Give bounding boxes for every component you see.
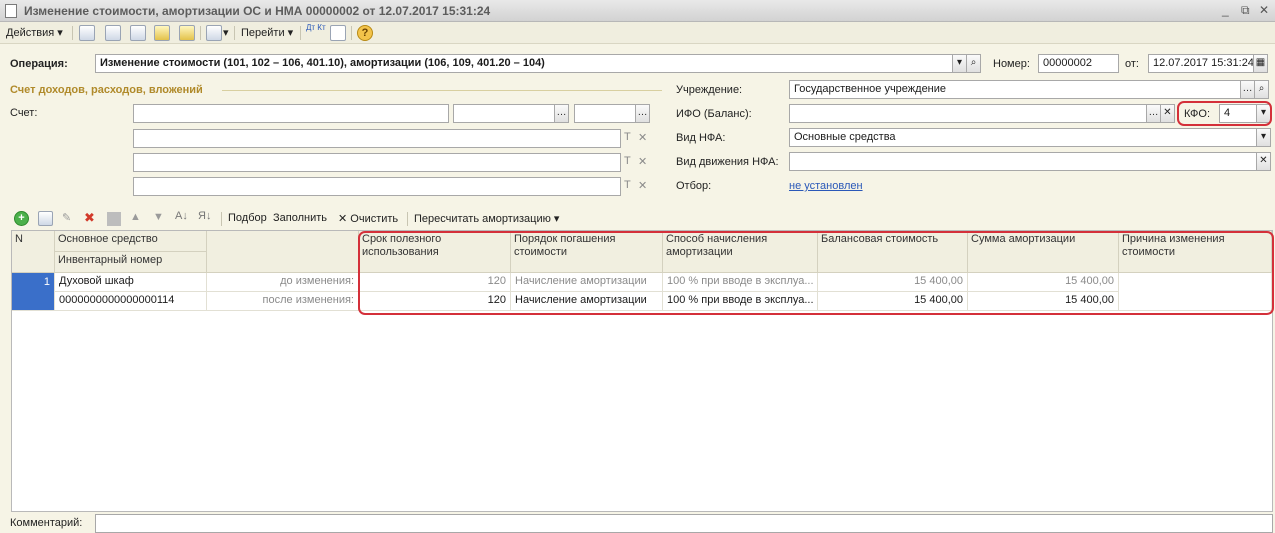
report-icon[interactable] xyxy=(179,25,195,41)
restore-button[interactable]: ⧉ xyxy=(1241,3,1250,18)
toolbar-separator xyxy=(72,26,73,40)
minimize-button[interactable]: _ xyxy=(1222,3,1229,17)
end-edit-icon[interactable] xyxy=(107,212,121,226)
based-on-icon[interactable] xyxy=(206,25,222,41)
account-label: Счет: xyxy=(10,107,38,119)
fill-button[interactable]: Заполнить xyxy=(273,212,327,224)
print-icon[interactable] xyxy=(330,25,346,41)
help-icon[interactable]: ? xyxy=(357,25,373,41)
number-label: Номер: xyxy=(993,58,1030,70)
col-header-asset[interactable]: Основное средство xyxy=(55,231,207,252)
copy-row-icon[interactable] xyxy=(38,211,53,226)
movements-icon[interactable] xyxy=(154,25,170,41)
date-field[interactable]: 12.07.2017 15:31:24 xyxy=(1148,54,1254,73)
account-section-title: Счет доходов, расходов, вложений xyxy=(10,84,203,96)
operation-field[interactable]: Изменение стоимости (101, 102 – 106, 401… xyxy=(95,54,953,73)
move-down-icon[interactable]: ▼ xyxy=(153,211,164,223)
operation-search-icon[interactable]: ⌕ xyxy=(966,54,981,73)
sort-desc-icon[interactable]: Я↓ xyxy=(198,210,211,222)
account-field[interactable] xyxy=(133,104,449,123)
ifo-field[interactable] xyxy=(789,104,1147,123)
sort-asc-icon[interactable]: A↓ xyxy=(175,210,188,222)
edit-row-icon[interactable]: ✎ xyxy=(62,211,71,224)
nfa-move-label: Вид движения НФА: xyxy=(676,156,779,168)
post-and-close-icon[interactable] xyxy=(79,25,95,41)
account-analytics-field-1[interactable] xyxy=(453,104,569,123)
filter-link[interactable]: не установлен xyxy=(789,180,863,192)
clear-icon[interactable]: ✕ xyxy=(638,179,647,192)
type-icon[interactable]: T xyxy=(624,155,631,167)
filter-label: Отбор: xyxy=(676,180,712,192)
comment-field[interactable] xyxy=(95,514,1273,533)
section-divider xyxy=(222,90,662,91)
ifo-clear-icon[interactable]: ✕ xyxy=(1160,104,1175,123)
nfa-move-field[interactable] xyxy=(789,152,1257,171)
number-field[interactable]: 00000002 xyxy=(1038,54,1119,73)
goto-menu[interactable]: Перейти ▾ xyxy=(241,26,293,39)
operation-label: Операция: xyxy=(10,58,68,70)
kfo-highlight xyxy=(1177,101,1272,126)
toolbar-separator xyxy=(351,26,352,40)
after-change-label: после изменения: xyxy=(207,292,359,311)
calendar-icon[interactable]: ▦ xyxy=(1253,54,1268,73)
post-icon[interactable] xyxy=(130,25,146,41)
clear-button[interactable]: ✕ Очистить xyxy=(338,212,398,225)
delete-row-icon[interactable]: ✖ xyxy=(84,210,95,226)
assets-table: N Основное средство Инвентарный номер Ср… xyxy=(11,230,1274,512)
changes-highlight xyxy=(358,231,1274,315)
recalc-amortization-menu[interactable]: Пересчитать амортизацию ▾ xyxy=(414,212,559,225)
save-icon[interactable] xyxy=(105,25,121,41)
window-title-bar: Изменение стоимости, амортизации ОС и НМ… xyxy=(0,0,1275,22)
subconto-field-3[interactable] xyxy=(133,177,621,196)
account-analytics-select-button-1[interactable]: … xyxy=(554,104,569,123)
toolbar-separator xyxy=(200,26,201,40)
pick-button[interactable]: Подбор xyxy=(228,212,267,224)
institution-label: Учреждение: xyxy=(676,84,743,96)
add-row-icon[interactable]: + xyxy=(14,211,29,226)
nfa-move-clear-icon[interactable]: ✕ xyxy=(1256,152,1271,171)
toolbar-separator xyxy=(221,212,222,226)
col-header-inventory[interactable]: Инвентарный номер xyxy=(55,252,207,273)
row-number[interactable]: 1 xyxy=(12,273,55,311)
col-header-state[interactable] xyxy=(207,231,359,273)
close-button[interactable]: ✕ xyxy=(1259,3,1269,17)
clear-x-icon: ✕ xyxy=(338,213,348,225)
asset-cell[interactable]: Духовой шкаф xyxy=(55,273,207,292)
clear-icon[interactable]: ✕ xyxy=(638,155,647,168)
document-icon xyxy=(5,4,17,18)
date-label: от: xyxy=(1125,58,1139,70)
ifo-label: ИФО (Баланс): xyxy=(676,108,752,120)
operation-dropdown-button[interactable]: ▾ xyxy=(952,54,967,73)
comment-label: Комментарий: xyxy=(10,517,83,529)
clear-icon[interactable]: ✕ xyxy=(638,131,647,144)
nfa-type-dropdown-button[interactable]: ▾ xyxy=(1256,128,1271,147)
type-icon[interactable]: T xyxy=(624,131,631,143)
toolbar-separator xyxy=(300,26,301,40)
institution-search-icon[interactable]: ⌕ xyxy=(1254,80,1269,99)
ifo-select-button[interactable]: … xyxy=(1146,104,1161,123)
institution-select-button[interactable]: … xyxy=(1240,80,1255,99)
institution-field[interactable]: Государственное учреждение xyxy=(789,80,1255,99)
nfa-type-field[interactable]: Основные средства xyxy=(789,128,1257,147)
type-icon[interactable]: T xyxy=(624,179,631,191)
before-change-label: до изменения: xyxy=(207,273,359,292)
window-title: Изменение стоимости, амортизации ОС и НМ… xyxy=(24,4,491,18)
subconto-field-2[interactable] xyxy=(133,153,621,172)
nfa-type-label: Вид НФА: xyxy=(676,132,726,144)
account-analytics-select-button-2[interactable]: … xyxy=(635,104,650,123)
toolbar-separator xyxy=(234,26,235,40)
toolbar-separator xyxy=(407,212,408,226)
inventory-cell[interactable]: 0000000000000000114 xyxy=(55,292,207,311)
move-up-icon[interactable]: ▲ xyxy=(130,211,141,223)
subconto-field-1[interactable] xyxy=(133,129,621,148)
main-toolbar: Действия ▾ ▾ Перейти ▾ Дт Кт ? xyxy=(0,22,1275,44)
actions-menu[interactable]: Действия ▾ xyxy=(6,26,63,39)
based-on-dropdown-arrow[interactable]: ▾ xyxy=(223,26,229,39)
col-header-n[interactable]: N xyxy=(12,231,55,273)
dt-kt-icon[interactable]: Дт Кт xyxy=(306,24,326,32)
